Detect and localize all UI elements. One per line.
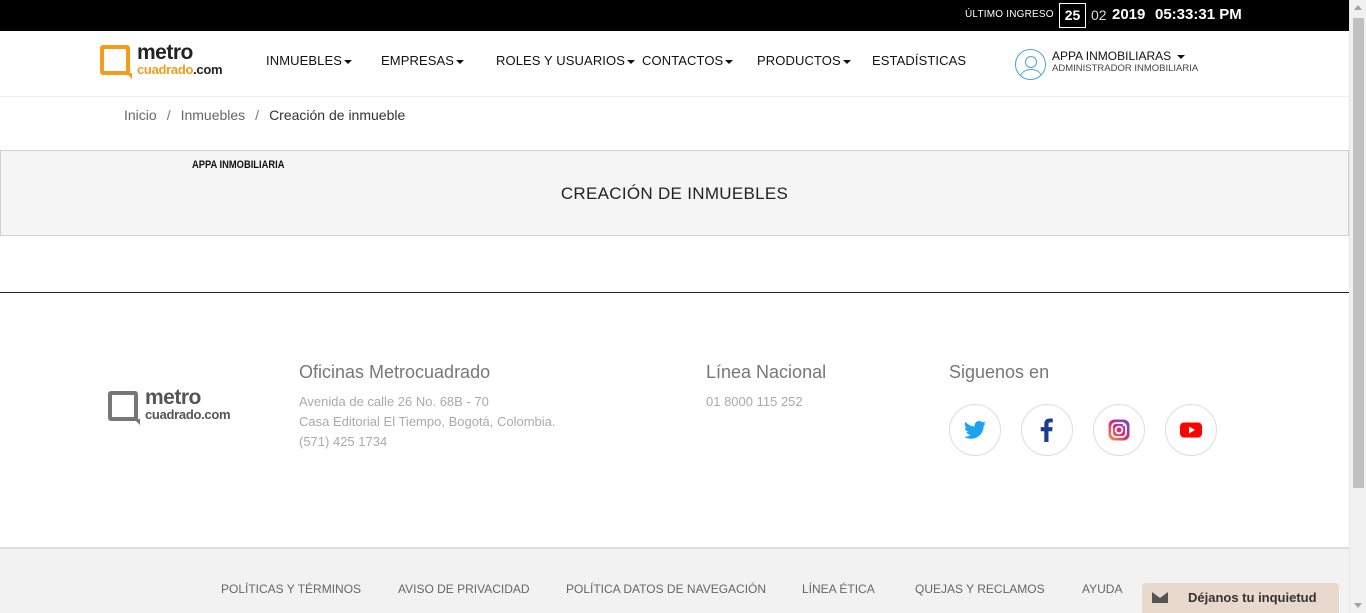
scrollbar-thumb[interactable]	[1353, 18, 1364, 488]
top-bar: ÚLTIMO INGRESO 25 02 2019 05:33:31 PM	[0, 0, 1349, 31]
logo-mark-icon	[100, 45, 132, 79]
last-login-year: 2019	[1112, 6, 1146, 23]
nav-item-label: INMUEBLES	[266, 53, 343, 68]
nav-item-inmuebles[interactable]: INMUEBLES	[266, 53, 353, 68]
user-name: APPA INMOBILIARAS	[1052, 49, 1185, 63]
breadcrumb-current: Creación de inmueble	[269, 107, 406, 123]
logo-word-cuadrado: cuadrado.com	[145, 407, 231, 422]
youtube-icon	[1180, 422, 1202, 438]
logo-mark-icon	[108, 391, 140, 425]
nav-item-label: ESTADÍSTICAS	[872, 53, 967, 68]
page: ÚLTIMO INGRESO 25 02 2019 05:33:31 PM me…	[0, 0, 1349, 613]
company-name: APPA INMOBILIARIA	[192, 159, 285, 171]
last-login-time: 05:33:31 PM	[1155, 6, 1242, 23]
national-line-title: Línea Nacional	[706, 362, 827, 382]
offices-address: Avenida de calle 26 No. 68B - 70 Casa Ed…	[299, 392, 556, 452]
breadcrumb: Inicio / Inmuebles / Creación de inmueble	[124, 107, 405, 123]
page-header-panel: APPA INMOBILIARIA CREACIÓN DE INMUEBLES	[0, 150, 1349, 236]
last-login-month: 02	[1091, 7, 1107, 23]
nav-item-label: CONTACTOS	[642, 53, 724, 68]
instagram-link[interactable]	[1093, 404, 1145, 456]
breadcrumb-separator: /	[255, 107, 260, 123]
envelope-icon	[1152, 592, 1168, 603]
national-phone: 01 8000 115 252	[706, 394, 803, 409]
caret-down-icon	[842, 59, 851, 64]
offices-title: Oficinas Metrocuadrado	[299, 362, 491, 382]
last-login-day: 25	[1059, 3, 1086, 28]
feedback-label: Déjanos tu inquietud	[1188, 590, 1317, 605]
user-menu[interactable]: APPA INMOBILIARAS ADMINISTRADOR INMOBILI…	[1015, 48, 1235, 82]
header: metro cuadrado.com INMUEBLES EMPRESAS RO…	[0, 31, 1349, 97]
caret-down-icon	[1176, 54, 1185, 59]
feedback-button[interactable]: Déjanos tu inquietud	[1142, 583, 1339, 613]
scroll-up-icon[interactable]	[1354, 5, 1362, 10]
last-login-label: ÚLTIMO INGRESO	[965, 9, 1054, 20]
nav-item-label: ROLES Y USUARIOS	[496, 53, 625, 68]
facebook-icon	[1040, 418, 1053, 442]
caret-down-icon	[627, 59, 635, 64]
twitter-icon	[964, 421, 986, 439]
nav-item-label: PRODUCTOS	[757, 53, 841, 68]
link-politicas-terminos[interactable]: POLÍTICAS Y TÉRMINOS	[221, 582, 361, 596]
footer-logo[interactable]: metro cuadrado.com	[108, 386, 248, 425]
footer-divider	[0, 292, 1349, 293]
nav-item-roles-usuarios[interactable]: ROLES Y USUARIOS	[496, 53, 635, 68]
social-title: Siguenos en	[949, 362, 1050, 382]
instagram-icon	[1108, 419, 1130, 441]
nav-item-estadisticas[interactable]: ESTADÍSTICAS	[872, 53, 966, 68]
link-linea-etica[interactable]: LÍNEA ÉTICA	[802, 582, 875, 596]
site-logo[interactable]: metro cuadrado.com	[100, 41, 240, 79]
page-title: CREACIÓN DE INMUEBLES	[560, 184, 789, 203]
nav-item-productos[interactable]: PRODUCTOS	[757, 53, 851, 68]
address-line: Avenida de calle 26 No. 68B - 70	[299, 394, 489, 409]
office-phone: (571) 425 1734	[299, 434, 388, 449]
breadcrumb-inmuebles[interactable]: Inmuebles	[181, 107, 246, 123]
logo-word-cuadrado: cuadrado.com	[137, 62, 223, 77]
youtube-link[interactable]	[1165, 404, 1217, 456]
link-politica-datos-navegacion[interactable]: POLÍTICA DATOS DE NAVEGACIÓN	[566, 582, 766, 596]
user-role: ADMINISTRADOR INMOBILIARIA	[1052, 63, 1199, 74]
link-aviso-privacidad[interactable]: AVISO DE PRIVACIDAD	[398, 582, 530, 596]
breadcrumb-inicio[interactable]: Inicio	[124, 107, 157, 123]
caret-down-icon	[725, 59, 734, 64]
caret-down-icon	[344, 59, 353, 64]
address-line: Casa Editorial El Tiempo, Bogotá, Colomb…	[299, 414, 556, 429]
breadcrumb-separator: /	[166, 107, 171, 123]
twitter-link[interactable]	[949, 404, 1001, 456]
user-avatar-icon	[1015, 49, 1046, 80]
nav-item-empresas[interactable]: EMPRESAS	[381, 53, 465, 68]
facebook-link[interactable]	[1021, 404, 1073, 456]
caret-down-icon	[456, 59, 465, 64]
scroll-down-icon[interactable]	[1354, 603, 1362, 608]
link-ayuda[interactable]: AYUDA	[1082, 582, 1122, 596]
nav-item-label: EMPRESAS	[381, 53, 455, 68]
nav-item-contactos[interactable]: CONTACTOS	[642, 53, 734, 68]
link-quejas-reclamos[interactable]: QUEJAS Y RECLAMOS	[915, 582, 1045, 596]
vertical-scrollbar[interactable]	[1349, 0, 1366, 613]
